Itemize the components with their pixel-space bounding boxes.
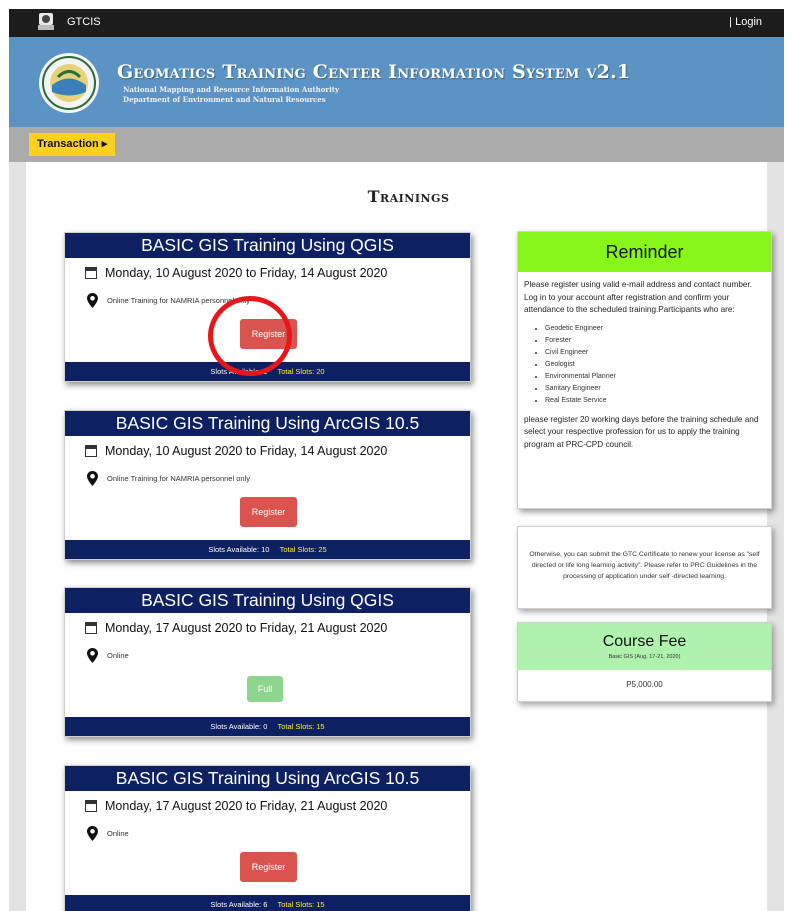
training-location-text: Online: [107, 829, 129, 838]
training-location: Online: [87, 648, 129, 663]
agency-name: National Mapping and Resource Informatio…: [123, 85, 340, 94]
cpd-note: Otherwise, you can submit the GTC Certif…: [517, 526, 772, 609]
top-bar: GTCIS | Login: [9, 9, 784, 37]
list-item: Geologist: [545, 359, 771, 371]
page-title: Trainings: [367, 187, 450, 206]
course-fee-price: P5,000.00: [626, 680, 663, 689]
training-date: Monday, 17 August 2020 to Friday, 21 Aug…: [85, 799, 387, 813]
system-title: Geomatics Training Center Information Sy…: [117, 61, 631, 83]
reminder-deadline-text: please register 20 working days before t…: [524, 414, 759, 449]
department-name: Department of Environment and Natural Re…: [123, 95, 326, 104]
reminder-text: Please register using valid e-mail addre…: [524, 280, 753, 314]
reminder-panel: Reminder Please register using valid e-m…: [517, 231, 772, 509]
training-date-text: Monday, 10 August 2020 to Friday, 14 Aug…: [105, 266, 388, 280]
training-title: BASIC GIS Training Using ArcGIS 10.5: [65, 411, 470, 436]
app-name[interactable]: GTCIS: [67, 16, 101, 28]
training-date-text: Monday, 17 August 2020 to Friday, 21 Aug…: [105, 621, 388, 635]
full-button[interactable]: Full: [247, 676, 283, 702]
training-date-text: Monday, 17 August 2020 to Friday, 21 Aug…: [105, 799, 388, 813]
register-button[interactable]: Register: [240, 497, 297, 527]
course-fee-title: Course Fee: [602, 633, 687, 650]
slots-available: Slots Available: 10: [208, 545, 270, 554]
slots-footer: Slots Available: 1 Total Slots: 20: [65, 362, 470, 381]
training-card: BASIC GIS Training Using QGIS Monday, 10…: [64, 232, 471, 382]
location-pin-icon: [87, 293, 98, 308]
training-card: BASIC GIS Training Using ArcGIS 10.5 Mon…: [64, 765, 471, 911]
training-title: BASIC GIS Training Using QGIS: [65, 233, 470, 258]
slots-available: Slots Available: 0: [210, 722, 268, 731]
list-item: Real Estate Service: [545, 395, 771, 407]
total-slots: Total Slots: 25: [279, 545, 327, 554]
reminder-title: Reminder: [518, 232, 771, 272]
calendar-icon: [85, 267, 97, 279]
training-location: Online Training for NAMRIA personnel onl…: [87, 471, 250, 486]
training-card: BASIC GIS Training Using QGIS Monday, 17…: [64, 587, 471, 737]
calendar-icon: [85, 800, 97, 812]
location-pin-icon: [87, 471, 98, 486]
slots-footer: Slots Available: 10 Total Slots: 25: [65, 540, 470, 559]
training-card: BASIC GIS Training Using ArcGIS 10.5 Mon…: [64, 410, 471, 560]
profession-list: Geodetic Engineer Forester Civil Enginee…: [545, 323, 771, 407]
namria-seal-icon: [39, 53, 99, 113]
training-title: BASIC GIS Training Using ArcGIS 10.5: [65, 766, 470, 791]
training-location-text: Online Training for NAMRIA personnel onl…: [107, 296, 250, 305]
location-pin-icon: [87, 648, 98, 663]
slots-footer: Slots Available: 0 Total Slots: 15: [65, 717, 470, 736]
total-slots: Total Slots: 20: [277, 367, 325, 376]
calendar-icon: [85, 622, 97, 634]
list-item: Forester: [545, 335, 771, 347]
training-location-text: Online: [107, 651, 129, 660]
training-title: BASIC GIS Training Using QGIS: [65, 588, 470, 613]
nav-bar: Transaction ▸: [9, 127, 784, 162]
location-pin-icon: [87, 826, 98, 841]
list-item: Environmental Planner: [545, 371, 771, 383]
training-date-text: Monday, 10 August 2020 to Friday, 14 Aug…: [105, 444, 388, 458]
register-button[interactable]: Register: [240, 319, 297, 349]
course-fee-subtitle: Basic GIS (Aug. 17-21, 2020): [608, 654, 681, 660]
total-slots: Total Slots: 15: [277, 900, 325, 909]
training-date: Monday, 10 August 2020 to Friday, 14 Aug…: [85, 444, 387, 458]
register-button[interactable]: Register: [240, 852, 297, 882]
slots-available: Slots Available: 1: [210, 367, 268, 376]
agency-logo-icon: [38, 13, 54, 30]
training-date: Monday, 10 August 2020 to Friday, 14 Aug…: [85, 266, 387, 280]
list-item: Sanitary Engineer: [545, 383, 771, 395]
training-location: Online Training for NAMRIA personnel onl…: [87, 293, 250, 308]
slots-footer: Slots Available: 6 Total Slots: 15: [65, 895, 470, 911]
training-date: Monday, 17 August 2020 to Friday, 21 Aug…: [85, 621, 387, 635]
total-slots: Total Slots: 15: [277, 722, 325, 731]
course-fee-header: Course Fee Basic GIS (Aug. 17-21, 2020): [518, 623, 771, 670]
transaction-menu-button[interactable]: Transaction ▸: [29, 133, 116, 156]
course-fee-panel: Course Fee Basic GIS (Aug. 17-21, 2020) …: [517, 622, 772, 702]
main-content: Trainings BASIC GIS Training Using QGIS …: [26, 162, 772, 911]
list-item: Geodetic Engineer: [545, 323, 771, 335]
list-item: Civil Engineer: [545, 347, 771, 359]
slots-available: Slots Available: 6: [210, 900, 268, 909]
training-location-text: Online Training for NAMRIA personnel onl…: [107, 474, 250, 483]
login-link[interactable]: | Login: [729, 16, 762, 28]
browser-page: GTCIS | Login Geomatics Training Center …: [9, 9, 784, 911]
calendar-icon: [85, 445, 97, 457]
header-banner: Geomatics Training Center Information Sy…: [9, 37, 784, 127]
training-location: Online: [87, 826, 129, 841]
